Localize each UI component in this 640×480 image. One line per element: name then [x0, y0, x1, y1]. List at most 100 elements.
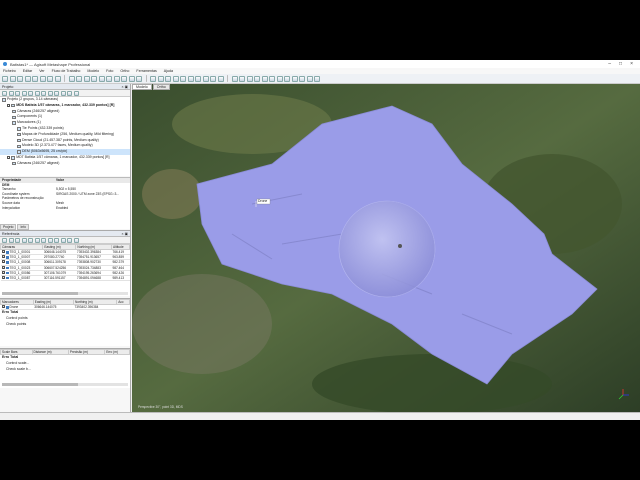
toolbar-button-icon[interactable]: [113, 75, 120, 82]
toolbar-button-icon[interactable]: [202, 75, 209, 82]
model-viewport[interactable]: Modelo Ortho Drone Perspective 30°, poin…: [132, 84, 640, 412]
menu-item-7[interactable]: Ferramentas: [136, 69, 156, 73]
panel-close-icon[interactable]: × ▣: [122, 85, 129, 89]
menu-item-3[interactable]: Fluxo de Trabalho: [52, 69, 81, 73]
row-checkbox[interactable]: ✓: [1, 270, 5, 274]
panel-tool-icon[interactable]: [41, 237, 46, 243]
panel-tool-icon[interactable]: [67, 237, 72, 243]
toolbar-button-icon[interactable]: [32, 75, 38, 82]
tab-modelo[interactable]: Modelo: [132, 84, 152, 90]
toolbar-button-icon[interactable]: [76, 75, 82, 82]
toolbar-button-icon[interactable]: [239, 75, 245, 82]
toolbar-button-icon[interactable]: [54, 75, 61, 82]
panel-tool-icon[interactable]: [54, 237, 59, 243]
chunk-checkbox[interactable]: ✓: [7, 156, 11, 160]
row-checkbox[interactable]: ✓: [1, 265, 5, 269]
panel-tool-icon[interactable]: [47, 90, 53, 96]
toolbar-button-icon[interactable]: [217, 75, 224, 82]
toolbar-button-icon[interactable]: [83, 75, 90, 82]
toolbar-button-icon[interactable]: [195, 75, 201, 82]
panel-tool-icon[interactable]: [54, 90, 59, 96]
menu-item-4[interactable]: Modelo: [87, 69, 99, 73]
menu-item-2[interactable]: Ver: [39, 69, 44, 73]
toolbar-button-icon[interactable]: [9, 75, 16, 82]
menu-item-8[interactable]: Ajuda: [164, 69, 173, 73]
row-checkbox[interactable]: ✓: [1, 250, 5, 254]
toolbar-button-icon[interactable]: [246, 75, 253, 82]
toolbar-button-icon[interactable]: [276, 75, 283, 82]
panel-tool-icon[interactable]: [8, 90, 14, 96]
toolbar-button-icon[interactable]: [269, 75, 275, 82]
toolbar-button-icon[interactable]: [306, 75, 313, 82]
column-header[interactable]: Erro (m): [104, 349, 130, 355]
toolbar-button-icon[interactable]: [254, 75, 260, 82]
cameras-hscroll[interactable]: [2, 292, 128, 295]
panel-tool-icon[interactable]: [67, 90, 72, 96]
toolbar-button-icon[interactable]: [24, 75, 31, 82]
table-row[interactable]: ✓ Drone 306646.144075 7393402.396384: [0, 304, 130, 311]
table-row[interactable]: ✓ TEO_1_00087 307116.591157 7394891.094688 9…: [0, 275, 130, 282]
rotation-sphere[interactable]: [338, 200, 436, 298]
toolbar-button-icon[interactable]: [150, 75, 156, 82]
toolbar-button-icon[interactable]: [128, 75, 135, 82]
toolbar-button-icon[interactable]: [157, 75, 164, 82]
toolbar-button-icon[interactable]: [261, 75, 268, 82]
toolbar-button-icon[interactable]: [91, 75, 97, 82]
panel-tool-icon[interactable]: [28, 90, 33, 96]
row-checkbox[interactable]: ✓: [1, 260, 5, 264]
row-checkbox[interactable]: ✓: [1, 305, 5, 309]
column-header[interactable]: Scale Bars: [0, 349, 33, 355]
menu-item-0[interactable]: Ficheiro: [3, 69, 16, 73]
toolbar-button-icon[interactable]: [231, 75, 238, 82]
column-header[interactable]: Precisão (m): [67, 349, 106, 355]
panel-tool-icon[interactable]: [28, 237, 33, 243]
menu-item-1[interactable]: Editar: [23, 69, 32, 73]
toolbar-button-icon[interactable]: [106, 75, 112, 82]
maximize-button[interactable]: □: [619, 61, 622, 67]
toolbar-button-icon[interactable]: [284, 75, 290, 82]
panel-tool-icon[interactable]: [34, 237, 40, 243]
toolbar-button-icon[interactable]: [39, 75, 46, 82]
toolbar-button-icon[interactable]: [121, 75, 127, 82]
panel-tool-icon[interactable]: [21, 237, 27, 243]
toolbar-button-icon[interactable]: [47, 75, 53, 82]
toolbar-button-icon[interactable]: [17, 75, 23, 82]
tree-item[interactable]: Câmaras (246/257 aligned): [0, 161, 130, 167]
panel-tool-icon[interactable]: [73, 237, 79, 243]
row-checkbox[interactable]: ✓: [1, 276, 5, 280]
toolbar-button-icon[interactable]: [299, 75, 305, 82]
panel-tool-icon[interactable]: [47, 237, 53, 243]
scalebars-hscroll[interactable]: [2, 383, 128, 386]
minimize-button[interactable]: –: [608, 61, 611, 67]
tab-ortho[interactable]: Ortho: [152, 84, 170, 90]
panel-tool-icon[interactable]: [73, 90, 79, 96]
toolbar-button-icon[interactable]: [291, 75, 298, 82]
panel-tool-icon[interactable]: [2, 237, 7, 243]
panel-tool-icon[interactable]: [15, 90, 20, 96]
toolbar-button-icon[interactable]: [314, 75, 320, 82]
panel-tool-icon[interactable]: [60, 237, 66, 243]
panel-tool-icon[interactable]: [41, 90, 46, 96]
menu-item-5[interactable]: Foto: [106, 69, 113, 73]
toolbar-button-icon[interactable]: [2, 75, 8, 82]
panel-tool-icon[interactable]: [2, 90, 7, 96]
panel-tool-icon[interactable]: [60, 90, 66, 96]
chunk-checkbox[interactable]: ✓: [7, 104, 11, 108]
toolbar-button-icon[interactable]: [172, 75, 179, 82]
column-header[interactable]: Distance (m): [31, 349, 69, 355]
menu-item-6[interactable]: Ortho: [120, 69, 129, 73]
toolbar-button-icon[interactable]: [187, 75, 194, 82]
toolbar-button-icon[interactable]: [68, 75, 75, 82]
close-button[interactable]: ×: [630, 61, 633, 67]
toolbar-button-icon[interactable]: [136, 75, 142, 82]
panel-tool-icon[interactable]: [15, 237, 20, 243]
panel-tool-icon[interactable]: [34, 90, 40, 96]
toolbar-button-icon[interactable]: [165, 75, 171, 82]
panel-tool-icon[interactable]: [8, 237, 14, 243]
toolbar-button-icon[interactable]: [98, 75, 105, 82]
reference-close-icon[interactable]: × ▣: [122, 232, 129, 236]
toolbar-button-icon[interactable]: [210, 75, 216, 82]
panel-tool-icon[interactable]: [21, 90, 27, 96]
toolbar-button-icon[interactable]: [180, 75, 186, 82]
row-checkbox[interactable]: ✓: [1, 255, 5, 259]
